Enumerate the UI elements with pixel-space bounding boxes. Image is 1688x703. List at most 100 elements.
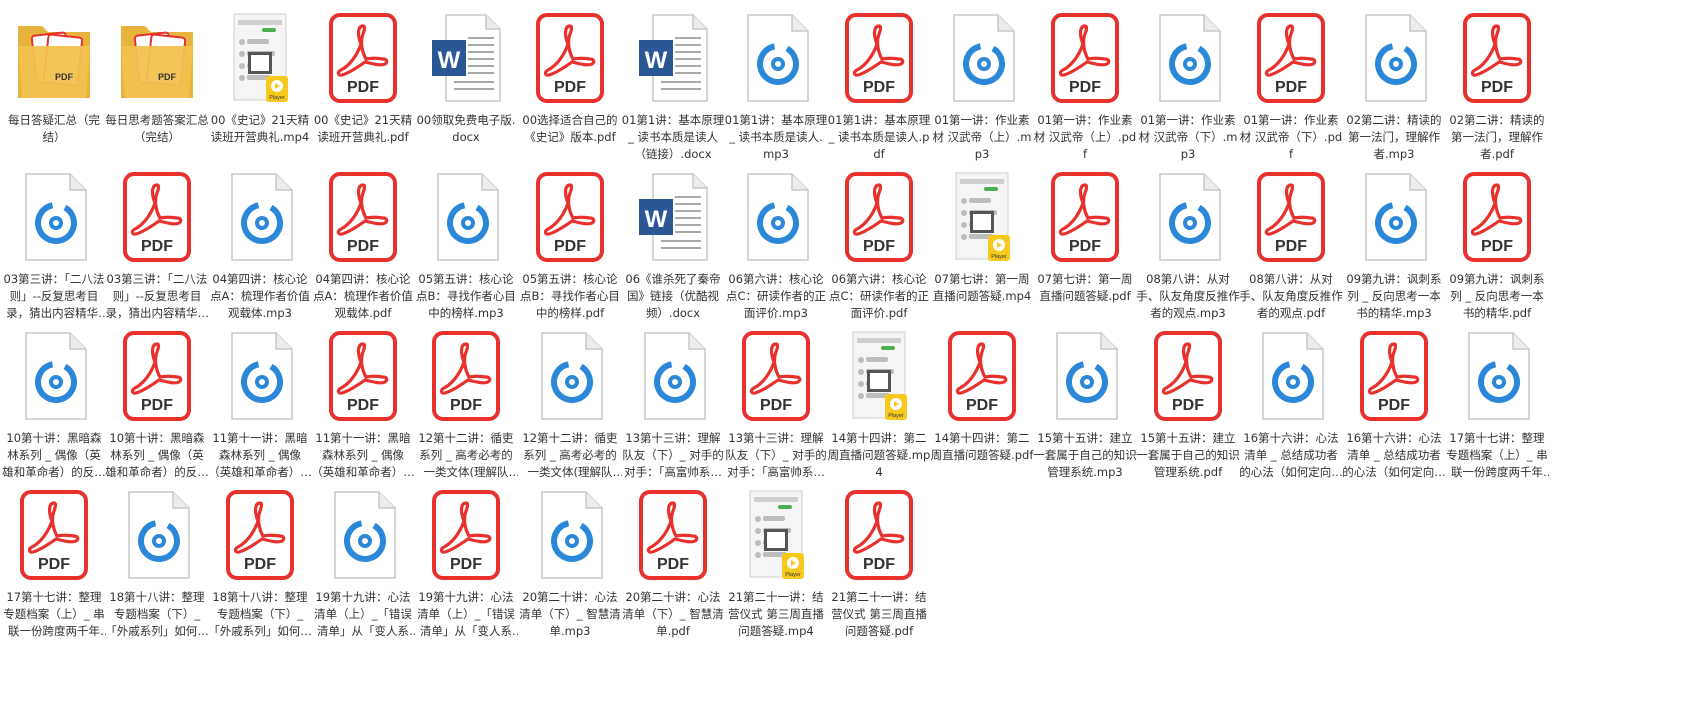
file-name: 06《谁杀死了秦帝国》链接（优酷视频）.docx (625, 272, 721, 320)
folder-icon: PDF (12, 12, 96, 106)
file-name: 04第四讲：核心论点A：梳理作者价值观载体.pdf (313, 272, 413, 320)
file-item[interactable]: 06第六讲：核心论点C：研读作者的正面评价.mp3 (722, 159, 830, 325)
file-name: 15第十五讲：建立一套属于自己的知识管理系统.pdf (1136, 431, 1240, 479)
file-item[interactable]: Player 21第二十一讲：结营仪式 第三周直播问题答疑.mp4 (722, 477, 830, 643)
svg-text:PDF: PDF (347, 397, 379, 414)
file-item[interactable]: PDF 每日答疑汇总（完结） (0, 0, 108, 166)
file-item[interactable]: 04第四讲：核心论点A：梳理作者价值观载体.mp3 (206, 159, 314, 325)
pdf-file-icon: PDF (1043, 12, 1127, 106)
file-item[interactable]: PDF 10第十讲：黑暗森林系列 _ 偶像（英雄和革命者）的反面（... (103, 318, 211, 484)
file-item[interactable]: Player 14第十四讲：第二周直播问题答疑.mp4 (825, 318, 933, 484)
audio-file-icon (424, 171, 508, 265)
file-name: 16第十六讲：心法清单 _ 总结成功者的心法（如何定向积累素... (1239, 431, 1343, 479)
svg-text:PDF: PDF (554, 79, 586, 96)
file-name: 07第七讲：第一周直播问题答疑.mp4 (932, 272, 1032, 303)
svg-text:PDF: PDF (244, 556, 276, 573)
file-name: 20第二十讲：心法清单（下）_ 智慧清单.pdf (622, 590, 724, 638)
audio-file-icon (1249, 330, 1333, 424)
svg-text:PDF: PDF (1481, 238, 1513, 255)
file-item[interactable]: PDF 03第三讲：「二八法则」--反复思考目录，猜出内容精华.pdf (103, 159, 211, 325)
file-item[interactable]: 15第十五讲：建立一套属于自己的知识管理系统.mp3 (1031, 318, 1139, 484)
svg-text:Player: Player (888, 413, 904, 419)
audio-file-icon (115, 489, 199, 583)
file-item[interactable]: 05第五讲：核心论点B：寻找作者心目中的榜样.mp3 (412, 159, 520, 325)
audio-file-icon (218, 330, 302, 424)
file-name: 09第九讲：讽刺系列 _ 反向思考一本书的精华.mp3 (1346, 272, 1442, 320)
file-name: 11第十一讲：黑暗森林系列 _ 偶像（英雄和革命者）的反面（... (208, 431, 312, 479)
file-name: 10第十讲：黑暗森林系列 _ 偶像（英雄和革命者）的反面（... (105, 431, 209, 479)
svg-text:PDF: PDF (1069, 79, 1101, 96)
file-item[interactable]: PDF 18第十八讲：整理专题档案（下）_「外戚系列」如何使用... (206, 477, 314, 643)
svg-text:W: W (438, 47, 461, 74)
svg-text:PDF: PDF (158, 72, 177, 82)
file-item[interactable]: PDF 14第十四讲：第二周直播问题答疑.pdf (928, 318, 1036, 484)
file-item[interactable]: PDF 07第七讲：第一周直播问题答疑.pdf (1031, 159, 1139, 325)
svg-text:PDF: PDF (347, 79, 379, 96)
file-name: 14第十四讲：第二周直播问题答疑.pdf (930, 431, 1034, 462)
file-item[interactable]: PDF 19第十九讲：心法清单（上）_「错误清单」从「变人系列」看... (412, 477, 520, 643)
file-item[interactable]: W 06《谁杀死了秦帝国》链接（优酷视频）.docx (619, 159, 727, 325)
pdf-file-icon: PDF (218, 489, 302, 583)
file-name: 13第十三讲：理解队友（下）_ 对手的对手：「高富帅系列+... (622, 431, 724, 479)
svg-text:PDF: PDF (1378, 397, 1410, 414)
svg-text:PDF: PDF (450, 397, 482, 414)
file-item[interactable]: PDF 13第十三讲：理解队友（下）_ 对手的对手：「高富帅系列+... (722, 318, 830, 484)
file-item[interactable]: PDF 09第九讲：讽刺系列 _ 反向思考一本书的精华.pdf (1443, 159, 1551, 325)
file-item[interactable]: 12第十二讲：循吏系列 _ 高考必考的一类文体(理解队友）.mp3 (516, 318, 624, 484)
file-item[interactable]: W 00领取免费电子版.docx (412, 0, 520, 166)
pdf-file-icon: PDF (1249, 171, 1333, 265)
file-item[interactable]: PDF 04第四讲：核心论点A：梳理作者价值观载体.pdf (309, 159, 417, 325)
file-item[interactable]: 20第二十讲：心法清单（下）_ 智慧清单.mp3 (516, 477, 624, 643)
file-item[interactable]: 11第十一讲：黑暗森林系列 _ 偶像（英雄和革命者）的反面（... (206, 318, 314, 484)
file-item[interactable]: PDF 12第十二讲：循吏系列 _ 高考必考的一类文体(理解队友）.pdf (412, 318, 520, 484)
file-name: 18第十八讲：整理专题档案（下）_「外戚系列」如何使用... (105, 590, 209, 638)
file-item[interactable]: PDF 02第二讲：精读的第一法门，理解作者.pdf (1443, 0, 1551, 166)
file-item[interactable]: 17第十七讲：整理专题档案（上）_ 串联一份跨度两千年的... (1443, 318, 1551, 484)
pdf-file-icon: PDF (321, 12, 405, 106)
file-item[interactable]: PDF 06第六讲：核心论点C：研读作者的正面评价.pdf (825, 159, 933, 325)
file-item[interactable]: Player 00《史记》21天精读班开营典礼.mp4 (206, 0, 314, 166)
file-item[interactable]: 08第八讲：从对手、队友角度反推作者的观点.mp3 (1134, 159, 1242, 325)
word-doc-icon: W (631, 12, 715, 106)
file-item[interactable]: 19第十九讲：心法清单（上）_「错误清单」从「变人系列」看... (309, 477, 417, 643)
file-item[interactable]: 02第二讲：精读的第一法门，理解作者.mp3 (1340, 0, 1448, 166)
file-item[interactable]: PDF 20第二十讲：心法清单（下）_ 智慧清单.pdf (619, 477, 727, 643)
pdf-file-icon: PDF (528, 171, 612, 265)
file-item[interactable]: PDF 15第十五讲：建立一套属于自己的知识管理系统.pdf (1134, 318, 1242, 484)
pdf-file-icon: PDF (940, 330, 1024, 424)
pdf-file-icon: PDF (115, 330, 199, 424)
audio-file-icon (12, 330, 96, 424)
file-item[interactable]: PDF 01第一讲：作业素材 汉武帝（上）.pdf (1031, 0, 1139, 166)
file-item[interactable]: PDF 00《史记》21天精读班开营典礼.pdf (309, 0, 417, 166)
file-item[interactable]: W 01第1讲：基本原理 _ 读书本质是读人（链接）.docx (619, 0, 727, 166)
file-item[interactable]: 10第十讲：黑暗森林系列 _ 偶像（英雄和革命者）的反面（... (0, 318, 108, 484)
pdf-file-icon: PDF (734, 330, 818, 424)
file-item[interactable]: PDF 16第十六讲：心法清单 _ 总结成功者的心法（如何定向积累素... (1340, 318, 1448, 484)
file-name: 09第九讲：讽刺系列 _ 反向思考一本书的精华.pdf (1449, 272, 1545, 320)
file-item[interactable]: PDF 01第1讲：基本原理 _ 读书本质是读人.pdf (825, 0, 933, 166)
file-item[interactable]: PDF 11第十一讲：黑暗森林系列 _ 偶像（英雄和革命者）的反面（... (309, 318, 417, 484)
audio-file-icon (734, 12, 818, 106)
file-item[interactable]: PDF 每日思考题答案汇总（完结） (103, 0, 211, 166)
file-item[interactable]: PDF 01第一讲：作业素材 汉武帝（下）.pdf (1237, 0, 1345, 166)
file-item[interactable]: 01第一讲：作业素材 汉武帝（上）.mp3 (928, 0, 1036, 166)
file-item[interactable]: 13第十三讲：理解队友（下）_ 对手的对手：「高富帅系列+... (619, 318, 727, 484)
file-item[interactable]: PDF 21第二十一讲：结营仪式 第三周直播问题答疑.pdf (825, 477, 933, 643)
file-item[interactable]: PDF 00选择适合自己的《史记》版本.pdf (516, 0, 624, 166)
file-name: 05第五讲：核心论点B：寻找作者心目中的榜样.mp3 (416, 272, 516, 320)
file-item[interactable]: PDF 05第五讲：核心论点B：寻找作者心目中的榜样.pdf (516, 159, 624, 325)
audio-file-icon (631, 330, 715, 424)
pdf-file-icon: PDF (1249, 12, 1333, 106)
file-item[interactable]: PDF 08第八讲：从对手、队友角度反推作者的观点.pdf (1237, 159, 1345, 325)
file-item[interactable]: 18第十八讲：整理专题档案（下）_「外戚系列」如何使用... (103, 477, 211, 643)
file-item[interactable]: Player 07第七讲：第一周直播问题答疑.mp4 (928, 159, 1036, 325)
file-item[interactable]: 01第一讲：作业素材 汉武帝（下）.mp3 (1134, 0, 1242, 166)
file-name: 18第十八讲：整理专题档案（下）_「外戚系列」如何使用... (208, 590, 312, 638)
file-item[interactable]: 03第三讲：「二八法则」--反复思考目录，猜出内容精华.mp3 (0, 159, 108, 325)
folder-icon: PDF (115, 12, 199, 106)
pdf-file-icon: PDF (424, 330, 508, 424)
file-item[interactable]: PDF 17第十七讲：整理专题档案（上）_ 串联一份跨度两千年的... (0, 477, 108, 643)
file-item[interactable]: 16第十六讲：心法清单 _ 总结成功者的心法（如何定向积累素... (1237, 318, 1345, 484)
file-item[interactable]: 09第九讲：讽刺系列 _ 反向思考一本书的精华.mp3 (1340, 159, 1448, 325)
file-item[interactable]: 01第1讲：基本原理 _ 读书本质是读人.mp3 (722, 0, 830, 166)
